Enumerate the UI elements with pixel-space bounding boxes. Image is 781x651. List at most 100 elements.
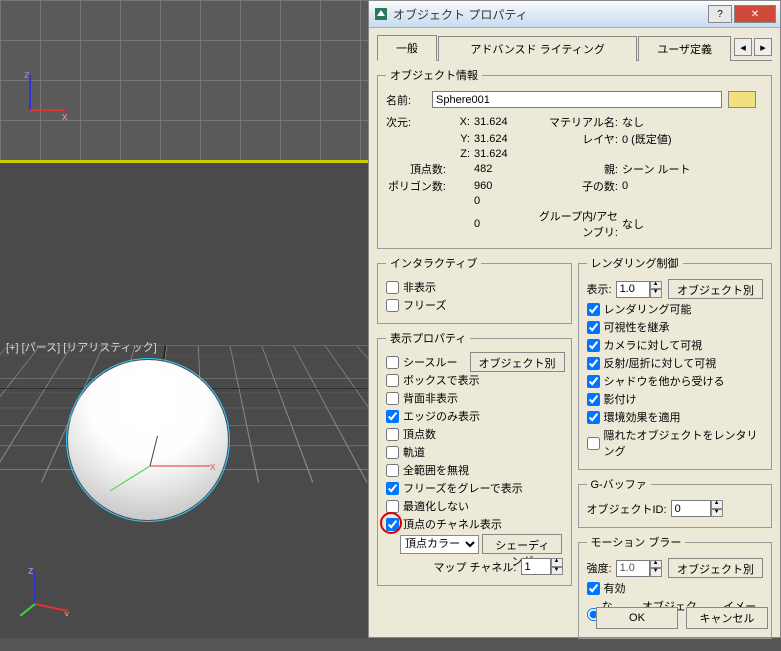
renderable-checkbox[interactable] [587,303,600,316]
mult-down[interactable]: ▼ [650,568,662,577]
name-label: 名前: [386,92,432,108]
tab-bar: 一般 アドバンスド ライティング ユーザ定義 ◂ ▸ [377,34,772,61]
verts-value: 482 [474,163,534,175]
see-through-checkbox[interactable] [386,356,399,369]
object-axis-gizmo[interactable]: x [100,436,220,496]
dialog-title: オブジェクト プロパティ [393,6,706,23]
tab-general[interactable]: 一般 [377,35,437,61]
children-label: 子の数: [538,178,618,194]
freeze-label: フリーズ [403,297,446,313]
map-channel-input[interactable] [521,558,551,575]
gbuffer-legend: G-バッファ [587,476,651,492]
vticks-checkbox[interactable] [386,428,399,441]
layer-label: レイヤ: [538,131,618,147]
close-button[interactable]: ✕ [734,5,776,23]
oid-up[interactable]: ▲ [711,500,723,509]
cancel-button[interactable]: キャンセル [686,607,768,629]
render-legend: レンダリング制御 [587,255,683,271]
app-icon [373,6,389,22]
mult-up[interactable]: ▲ [650,560,662,569]
render-by-object-button[interactable]: オブジェクト別 [668,279,763,299]
no-degrade-checkbox[interactable] [386,500,399,513]
group-label: グループ内/アセンブリ: [538,208,618,240]
atmos-checkbox[interactable] [587,411,600,424]
recv-shadow-checkbox[interactable] [587,375,600,388]
tab-adv-lighting[interactable]: アドバンスド ライティング [438,36,637,61]
freeze-checkbox[interactable] [386,299,399,312]
object-info-group: オブジェクト情報 名前: 次元: X: 31.624 マテリアル名: なし Y:… [377,67,772,249]
vcolor-select[interactable]: 頂点カラー [400,535,479,554]
shading-button[interactable]: シェーディング [482,534,562,554]
interactive-group: インタラクティブ 非表示 フリーズ [377,255,572,324]
backface-checkbox[interactable] [386,392,399,405]
faces-value: 960 [474,180,534,192]
name-input[interactable] [432,91,722,108]
x-value: 31.624 [474,116,534,128]
vis-refl-checkbox[interactable] [587,357,600,370]
vis-up[interactable]: ▲ [650,281,662,290]
display-legend: 表示プロパティ [386,330,470,346]
visibility-label: 表示: [587,281,612,297]
traj-checkbox[interactable] [386,446,399,459]
render-group: レンダリング制御 表示: ▲▼ オブジェクト別 レンダリング可能 可視性を継承 … [578,255,773,470]
mult-input[interactable] [616,560,650,577]
interactive-legend: インタラクティブ [386,255,481,271]
tab-prev[interactable]: ◂ [734,38,752,56]
vis-cam-checkbox[interactable] [587,339,600,352]
y-label: Y: [450,133,470,145]
display-group: 表示プロパティ オブジェクト別 シースルー ボックスで表示 背面非表示 エッジの… [377,330,572,586]
parent-value: シーン ルート [622,161,712,177]
edges-checkbox[interactable] [386,410,399,423]
svg-text:x: x [64,609,70,616]
parent-label: 親: [538,161,618,177]
visibility-input[interactable] [616,281,650,298]
cast-shadow-checkbox[interactable] [587,393,600,406]
dim-label: 次元: [386,114,446,130]
box-checkbox[interactable] [386,374,399,387]
vis-down[interactable]: ▼ [650,289,662,298]
layer-value: 0 (既定値) [622,131,712,147]
occluded-checkbox[interactable] [587,437,600,450]
group-value: なし [622,216,712,232]
mult-label: 強度: [587,560,612,576]
inherit-vis-checkbox[interactable] [587,321,600,334]
viewport-perspective[interactable]: [+] [パース] [リアリスティック] x z x y [0,166,380,638]
mblur-by-object-button[interactable]: オブジェクト別 [668,558,763,578]
extra-0a: 0 [474,195,534,207]
svg-text:z: z [24,70,30,81]
y-value: 31.624 [474,133,534,145]
tab-next[interactable]: ▸ [754,38,772,56]
svg-text:x: x [210,461,216,473]
freeze-gray-checkbox[interactable] [386,482,399,495]
object-id-label: オブジェクトID: [587,501,667,517]
viewport-area[interactable]: z x [+] [パース] [リアリスティック] x z x y [0,0,380,638]
ignore-ext-checkbox[interactable] [386,464,399,477]
z-label: Z: [450,148,470,160]
help-button[interactable]: ? [708,5,732,23]
object-id-input[interactable] [671,500,711,517]
z-value: 31.624 [474,148,534,160]
axis-gizmo: z x [20,70,70,120]
hide-label: 非表示 [403,279,436,295]
svg-text:y: y [20,615,26,616]
map-ch-up[interactable]: ▲ [551,558,563,567]
svg-text:x: x [62,111,68,120]
x-label: X: [450,116,470,128]
titlebar[interactable]: オブジェクト プロパティ ? ✕ [369,1,780,28]
map-ch-down[interactable]: ▼ [551,567,563,576]
viewport-top[interactable]: z x [0,0,380,160]
verts-label: 頂点数: [386,161,446,177]
ok-button[interactable]: OK [596,607,678,629]
material-value: なし [622,114,712,130]
tab-user-defined[interactable]: ユーザ定義 [638,36,731,61]
vchannel-checkbox[interactable] [386,518,399,531]
display-by-object-button[interactable]: オブジェクト別 [470,352,565,372]
mblur-enabled-checkbox[interactable] [587,582,600,595]
children-value: 0 [622,180,712,192]
hide-checkbox[interactable] [386,281,399,294]
extra-0b: 0 [474,218,534,230]
svg-text:z: z [28,566,34,577]
oid-down[interactable]: ▼ [711,509,723,518]
gbuffer-group: G-バッファ オブジェクトID: ▲▼ [578,476,773,528]
color-swatch[interactable] [728,91,756,108]
